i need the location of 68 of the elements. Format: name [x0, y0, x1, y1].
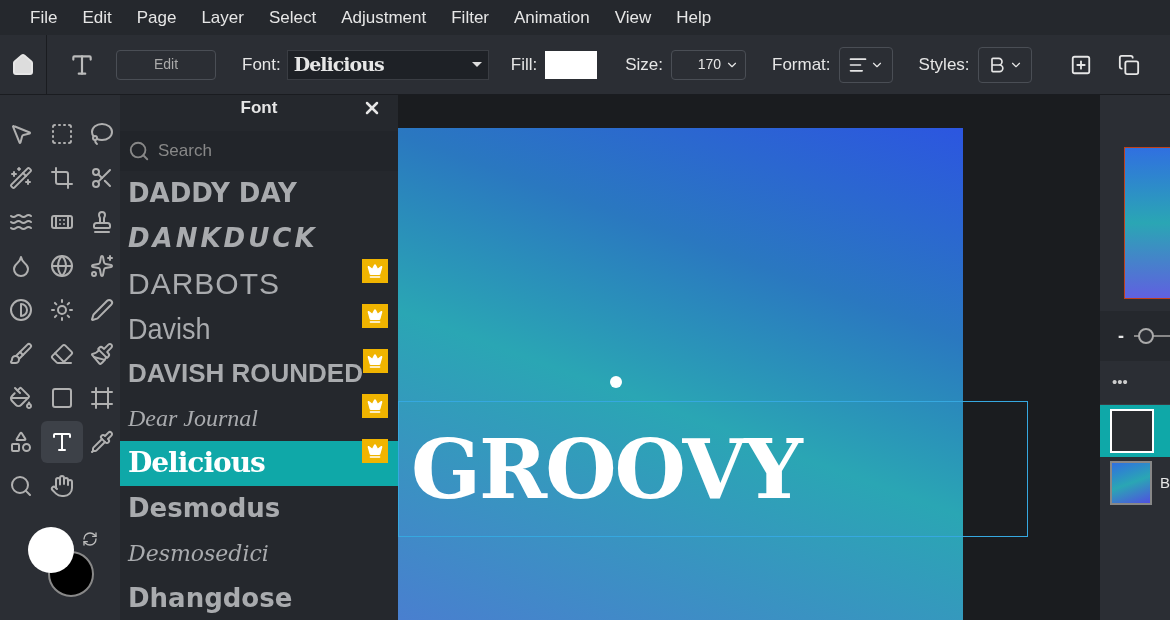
- slider-thumb[interactable]: [1138, 328, 1154, 344]
- font-item[interactable]: DANKDUCK: [120, 215, 398, 261]
- swap-icon[interactable]: [82, 531, 98, 547]
- size-dropdown[interactable]: 170: [671, 49, 746, 80]
- font-dropdown[interactable]: Delicious: [286, 49, 489, 80]
- shapes-icon: [9, 430, 33, 454]
- font-label: Font:: [242, 53, 281, 76]
- gradient-icon: [49, 386, 74, 410]
- caret-icon: [471, 62, 482, 67]
- layer-row[interactable]: [1100, 405, 1170, 457]
- font-item[interactable]: Dear Journal: [120, 395, 398, 441]
- frame-icon: [90, 386, 115, 410]
- menu-item[interactable]: Page: [136, 4, 177, 31]
- font-item[interactable]: DARBOTS: [120, 260, 398, 306]
- menu-item[interactable]: Animation: [514, 4, 590, 31]
- fill-swatch[interactable]: [545, 50, 598, 79]
- font-item[interactable]: DADDY DAY: [120, 170, 398, 216]
- brush-icon: [9, 342, 33, 366]
- menu-item[interactable]: Filter: [451, 4, 489, 31]
- wand-icon: [9, 166, 33, 190]
- edit-button[interactable]: Edit: [116, 49, 216, 80]
- styles-label: Styles:: [918, 53, 970, 76]
- lasso-icon: [90, 122, 115, 146]
- zoom-out-button[interactable]: -: [1118, 322, 1124, 350]
- pen-icon: [90, 298, 115, 322]
- fill-label: Fill:: [510, 53, 538, 76]
- marquee-icon: [49, 122, 74, 146]
- contrast-icon: [9, 298, 33, 322]
- layer-name: B: [1160, 472, 1170, 493]
- panel-title: Font: [240, 97, 278, 119]
- sparkles-icon: [90, 254, 115, 278]
- menu-item[interactable]: View: [614, 4, 652, 31]
- menu-item[interactable]: Help: [676, 4, 712, 31]
- foreground-color-swatch[interactable]: [28, 527, 74, 573]
- hand-icon: [49, 474, 74, 498]
- format-dropdown[interactable]: [838, 46, 893, 83]
- canvas-text: GROOVY: [411, 428, 801, 510]
- crop-icon: [49, 166, 74, 190]
- sun-icon: [49, 298, 74, 322]
- size-label: Size:: [625, 53, 663, 76]
- menu-item[interactable]: File: [30, 4, 58, 31]
- more-button[interactable]: •••: [1112, 371, 1128, 394]
- pointer-icon: [9, 122, 33, 146]
- eraser-icon: [49, 342, 74, 366]
- menu-item[interactable]: Layer: [201, 4, 244, 31]
- font-item[interactable]: Davish: [120, 305, 398, 351]
- layer-row[interactable]: B: [1100, 457, 1170, 509]
- font-item[interactable]: Desmodus: [120, 485, 398, 531]
- styles-dropdown[interactable]: [977, 46, 1032, 83]
- paintbrush-icon: [90, 342, 115, 366]
- layer-thumbnail: [1110, 461, 1152, 505]
- zoom-icon: [9, 474, 33, 498]
- home-icon[interactable]: [11, 52, 35, 77]
- format-label: Format:: [772, 53, 831, 76]
- menu-item[interactable]: Adjustment: [341, 4, 427, 31]
- pipette-icon: [90, 430, 115, 454]
- duplicate-icon[interactable]: [1117, 53, 1140, 76]
- font-item[interactable]: Dhangdose: [120, 575, 398, 620]
- globe-icon: [49, 254, 74, 278]
- font-item[interactable]: Desmosedici: [120, 530, 398, 576]
- font-item[interactable]: DAVISH ROUNDED: [120, 350, 398, 396]
- menu-item[interactable]: Select: [268, 4, 317, 31]
- paint-bucket-icon: [9, 386, 33, 410]
- layer-thumbnail: [1110, 409, 1154, 453]
- search-icon: [128, 139, 150, 162]
- tool-button[interactable]: [40, 421, 83, 463]
- add-icon[interactable]: [1069, 53, 1092, 76]
- menu-item[interactable]: Edit: [82, 4, 112, 31]
